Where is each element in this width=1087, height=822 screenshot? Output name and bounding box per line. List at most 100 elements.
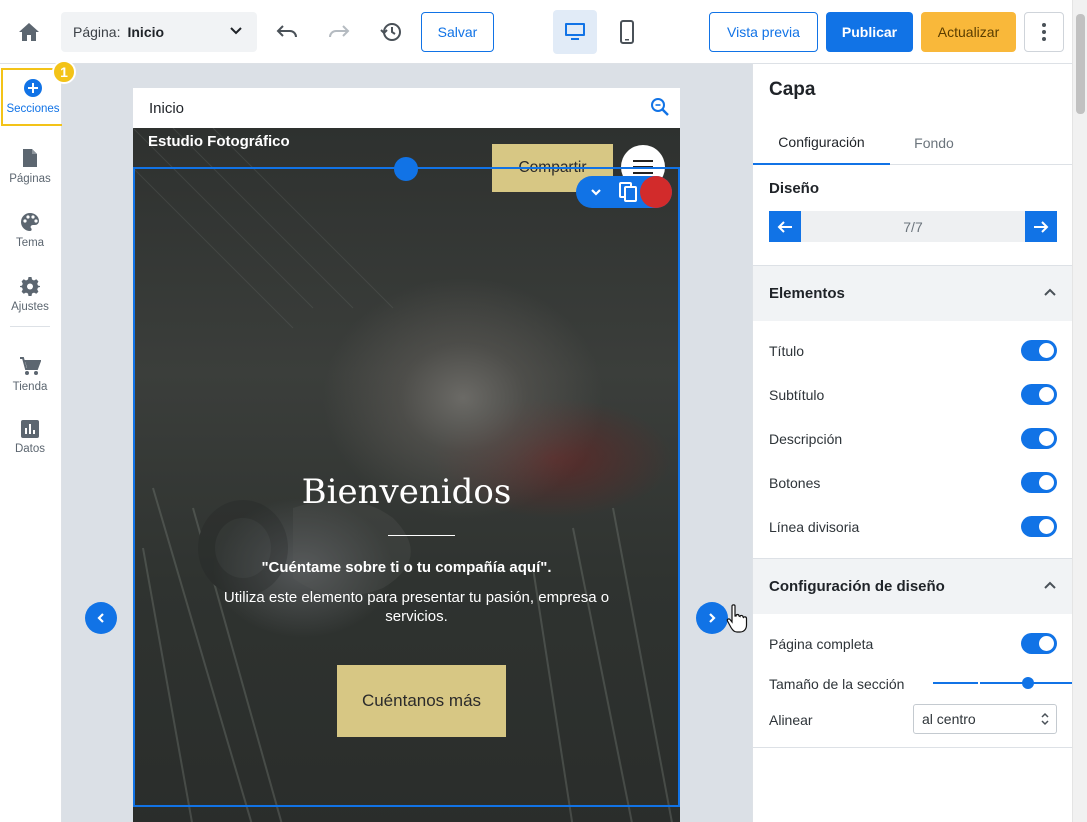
element-row-buttons: Botones (769, 470, 1057, 496)
chevron-left-icon (97, 613, 104, 623)
sidebar-item-store[interactable]: Tienda (0, 344, 60, 404)
menu-icon (633, 160, 653, 174)
element-row-subtitle: Subtítulo (769, 382, 1057, 408)
more-options-button[interactable] (1024, 12, 1064, 52)
step-badge: 1 (52, 60, 76, 84)
hero-section[interactable]: Estudio Fotográfico Compartir Bienvenido… (133, 128, 680, 822)
hero-subtitle: "Cuéntame sobre ti o tu compañía aquí". (261, 559, 552, 576)
undo-icon (276, 25, 297, 38)
element-label: Línea divisoria (769, 519, 860, 535)
layout-settings-section-header[interactable]: Configuración de diseño (753, 558, 1072, 614)
history-button[interactable] (377, 18, 405, 46)
elements-section-header[interactable]: Elementos (753, 265, 1072, 321)
panel-tabs: Configuración Fondo (753, 121, 1072, 165)
section-drag-handle[interactable] (394, 157, 418, 181)
select-arrows-icon (1041, 712, 1049, 726)
sidebar-item-settings[interactable]: Ajustes (0, 264, 60, 324)
panel-divider (753, 747, 1072, 748)
top-toolbar: Página: Inicio Salvar Vista previa Publi… (0, 0, 1087, 64)
page-selector-value: Inicio (127, 24, 165, 40)
buttons-toggle[interactable] (1021, 472, 1057, 493)
desktop-icon (565, 23, 585, 40)
chevron-up-icon (1044, 581, 1056, 589)
sidebar-item-label: Secciones (6, 103, 60, 115)
layout-settings-header-label: Configuración de diseño (769, 578, 945, 595)
redo-button[interactable] (325, 18, 353, 46)
full-page-toggle[interactable] (1021, 633, 1057, 654)
element-label: Botones (769, 475, 821, 491)
cart-icon (20, 357, 41, 375)
slider-knob[interactable] (1022, 677, 1034, 689)
search-icon[interactable] (650, 97, 670, 117)
home-icon (19, 23, 39, 41)
description-toggle[interactable] (1021, 428, 1057, 449)
page-selector[interactable]: Página: Inicio (61, 12, 257, 52)
section-size-slider[interactable] (933, 677, 1072, 689)
divider-line-toggle[interactable] (1021, 516, 1057, 537)
title-toggle[interactable] (1021, 340, 1057, 361)
publish-button[interactable]: Publicar (826, 12, 913, 52)
hero-description: Utiliza este elemento para presentar tu … (223, 589, 610, 625)
design-next-button[interactable] (1025, 211, 1057, 242)
next-section-button[interactable] (696, 602, 728, 634)
sidebar-item-label: Páginas (9, 173, 51, 185)
mobile-view-button[interactable] (605, 10, 649, 54)
arrow-right-icon (1034, 220, 1049, 233)
window-scrollbar[interactable] (1072, 0, 1087, 822)
preview-header: Inicio (133, 88, 680, 128)
home-button[interactable] (14, 18, 44, 46)
undo-button[interactable] (273, 18, 301, 46)
update-button[interactable]: Actualizar (921, 12, 1016, 52)
gear-icon (20, 277, 40, 296)
editor-canvas: Inicio Estudio Fotográfico Compartir Bie… (62, 64, 752, 822)
chevron-right-icon (709, 613, 716, 623)
save-button[interactable]: Salvar (421, 12, 494, 52)
element-label: Subtítulo (769, 387, 825, 403)
sidebar-item-pages[interactable]: Páginas (0, 136, 60, 196)
align-row: Alinear al centro (769, 704, 1057, 734)
chevron-down-icon (230, 27, 242, 35)
design-counter: 7/7 (903, 218, 923, 235)
element-row-description: Descripción (769, 426, 1057, 452)
element-label: Título (769, 343, 805, 359)
section-delete-button[interactable] (640, 176, 672, 208)
tab-background[interactable]: Fondo (890, 121, 978, 165)
subtitle-toggle[interactable] (1021, 384, 1057, 405)
hero-cta-button[interactable]: Cuéntanos más (337, 665, 506, 737)
element-row-divider-line: Línea divisoria (769, 514, 1057, 540)
scrollbar-thumb[interactable] (1076, 14, 1085, 114)
element-row-title: Título (769, 338, 1057, 364)
chevron-up-icon (1044, 288, 1056, 296)
desktop-view-button[interactable] (553, 10, 597, 54)
preview-button[interactable]: Vista previa (709, 12, 818, 52)
mobile-icon (620, 20, 634, 44)
plus-circle-icon (24, 79, 42, 97)
elements-header-label: Elementos (769, 285, 845, 302)
section-duplicate-button[interactable] (616, 180, 640, 204)
site-preview: Inicio Estudio Fotográfico Compartir Bie… (133, 88, 680, 822)
chart-icon (21, 420, 39, 438)
page-selector-label: Página: (73, 24, 121, 40)
section-collapse-button[interactable] (584, 180, 608, 204)
sidebar-divider (10, 326, 50, 327)
slider-tick (978, 681, 980, 685)
sidebar-item-data[interactable]: Datos (0, 408, 60, 468)
sidebar-item-theme[interactable]: Tema (0, 200, 60, 260)
preview-header-title: Inicio (149, 99, 185, 117)
hero-title: Bienvenidos (301, 472, 512, 512)
chevron-down-icon (591, 189, 601, 196)
redo-icon (329, 25, 350, 38)
left-sidebar: Secciones Páginas Tema Ajustes Tienda Da… (0, 64, 65, 822)
design-previous-button[interactable] (769, 211, 801, 242)
sidebar-item-label: Tema (15, 237, 45, 249)
align-label: Alinear (769, 712, 813, 728)
full-page-label: Página completa (769, 636, 874, 652)
section-size-row: Tamaño de la sección (769, 671, 1072, 697)
tab-configuration[interactable]: Configuración (753, 121, 890, 165)
design-pager: 7/7 (769, 211, 1057, 242)
history-icon (380, 23, 401, 41)
hand-pointer-cursor-icon (726, 604, 748, 633)
previous-section-button[interactable] (85, 602, 117, 634)
hero-divider (388, 535, 455, 536)
align-select[interactable]: al centro (913, 704, 1057, 734)
